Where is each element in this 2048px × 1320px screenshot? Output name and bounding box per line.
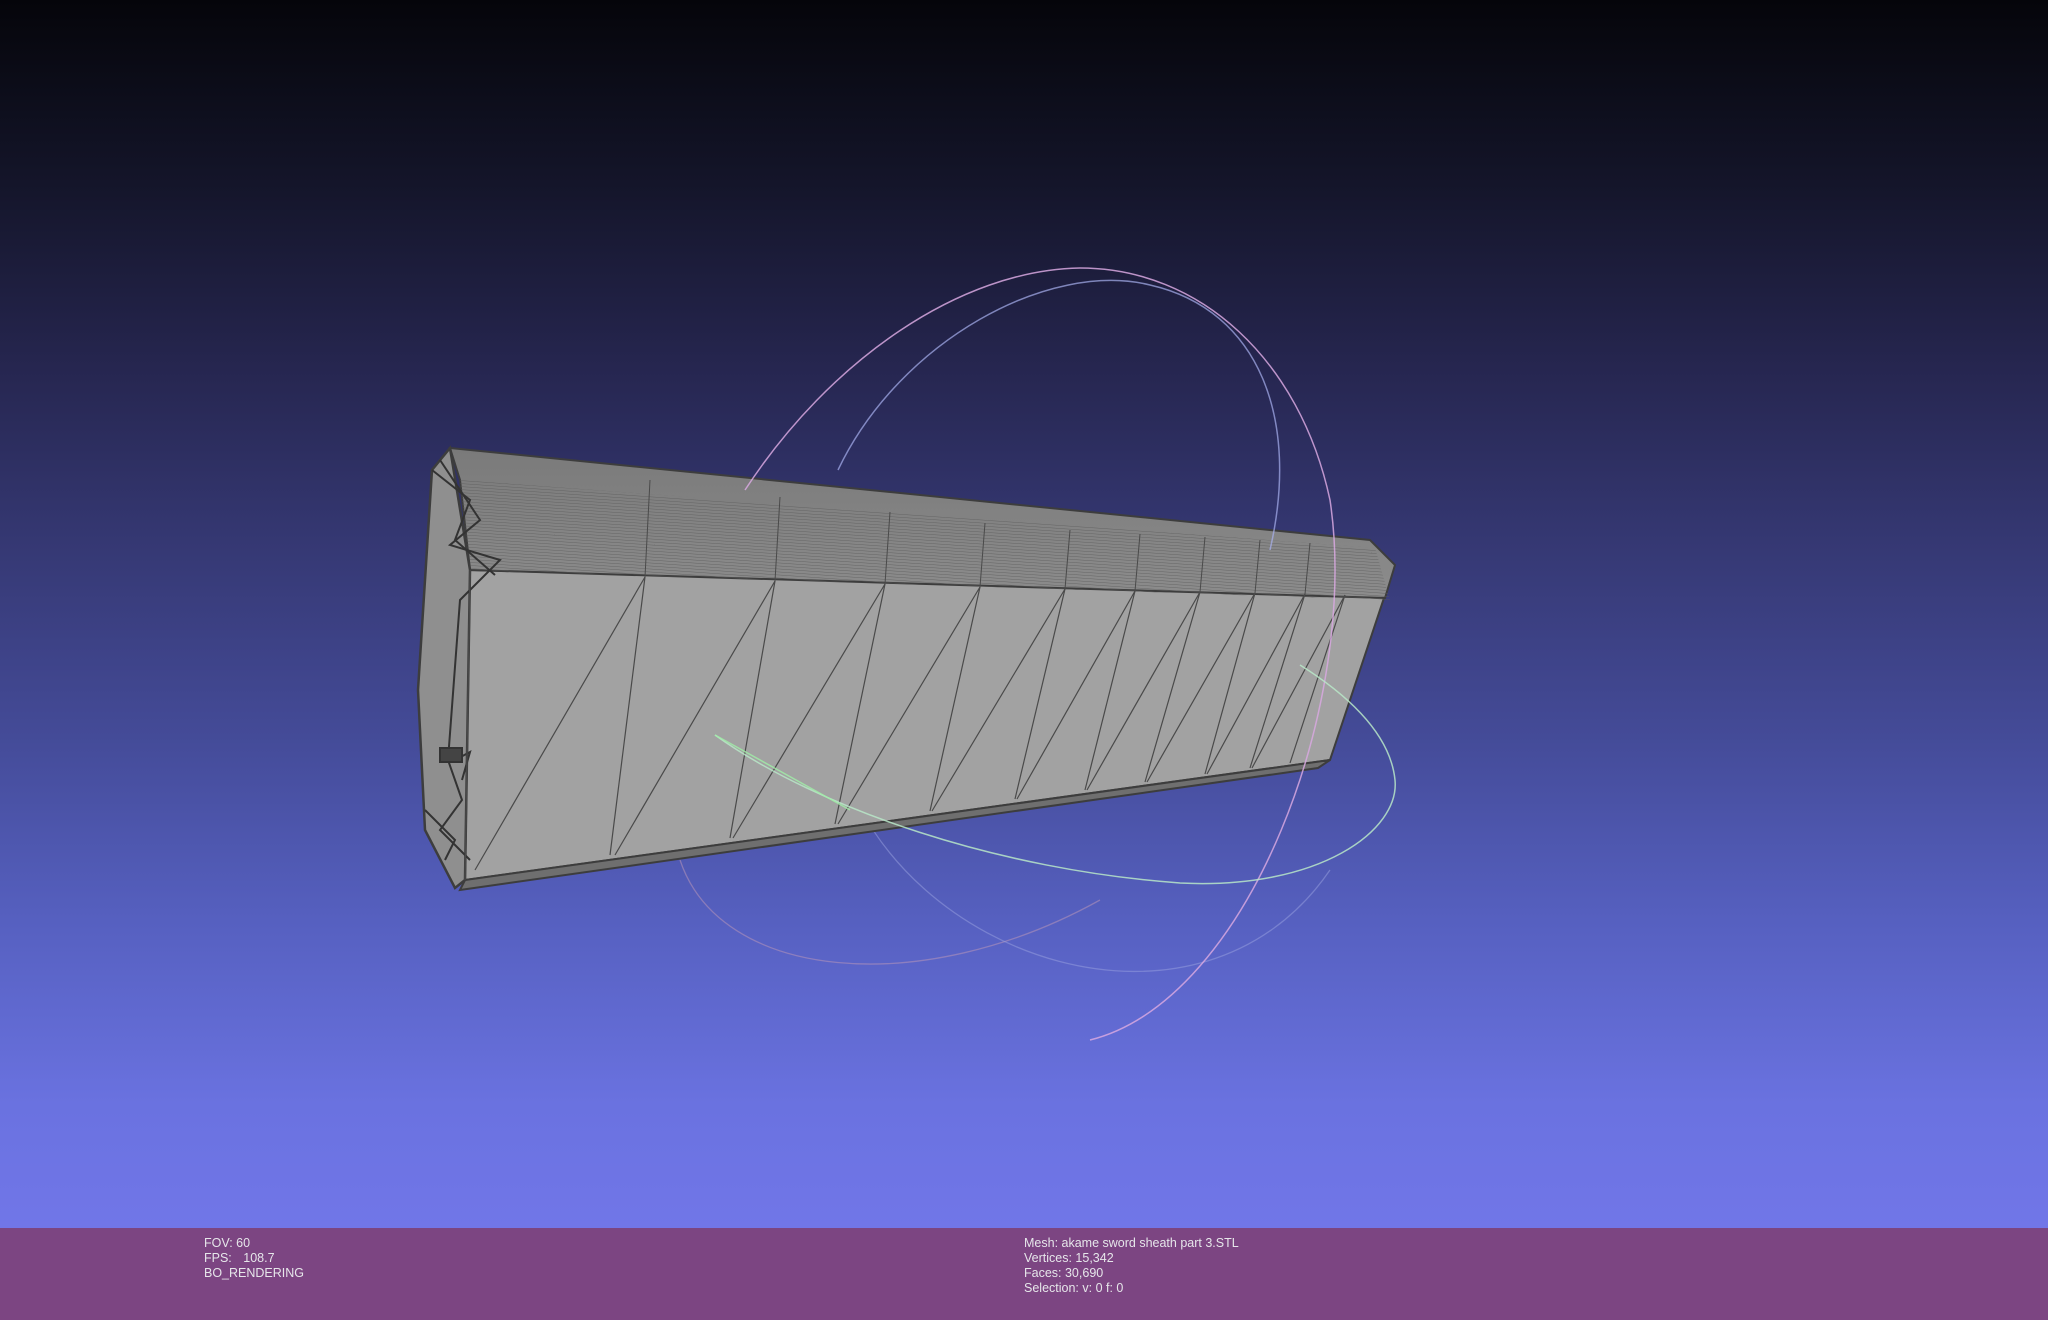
sheath-mesh[interactable]	[416, 445, 1397, 892]
mesh-info: Mesh: akame sword sheath part 3.STL Vert…	[1024, 1236, 1239, 1296]
vertex-count: Vertices: 15,342	[1024, 1251, 1114, 1265]
render-mode: BO_RENDERING	[204, 1266, 305, 1280]
render-info: FOV: 60 FPS: 108.7 BO_RENDERING	[204, 1236, 304, 1281]
fov-readout: FOV: 60	[204, 1236, 251, 1250]
face-count: Faces: 30,690	[1024, 1266, 1104, 1280]
fps-value: 108.7	[243, 1251, 275, 1265]
fps-readout: FPS: 108.7	[204, 1251, 304, 1266]
mesh-name: Mesh: akame sword sheath part 3.STL	[1024, 1236, 1239, 1250]
selection-info: Selection: v: 0 f: 0	[1024, 1281, 1124, 1295]
scene-canvas[interactable]	[0, 0, 2048, 1228]
fps-label: FPS:	[204, 1251, 232, 1265]
3d-viewport[interactable]	[0, 0, 2048, 1228]
mesh-end-cap	[416, 445, 472, 890]
